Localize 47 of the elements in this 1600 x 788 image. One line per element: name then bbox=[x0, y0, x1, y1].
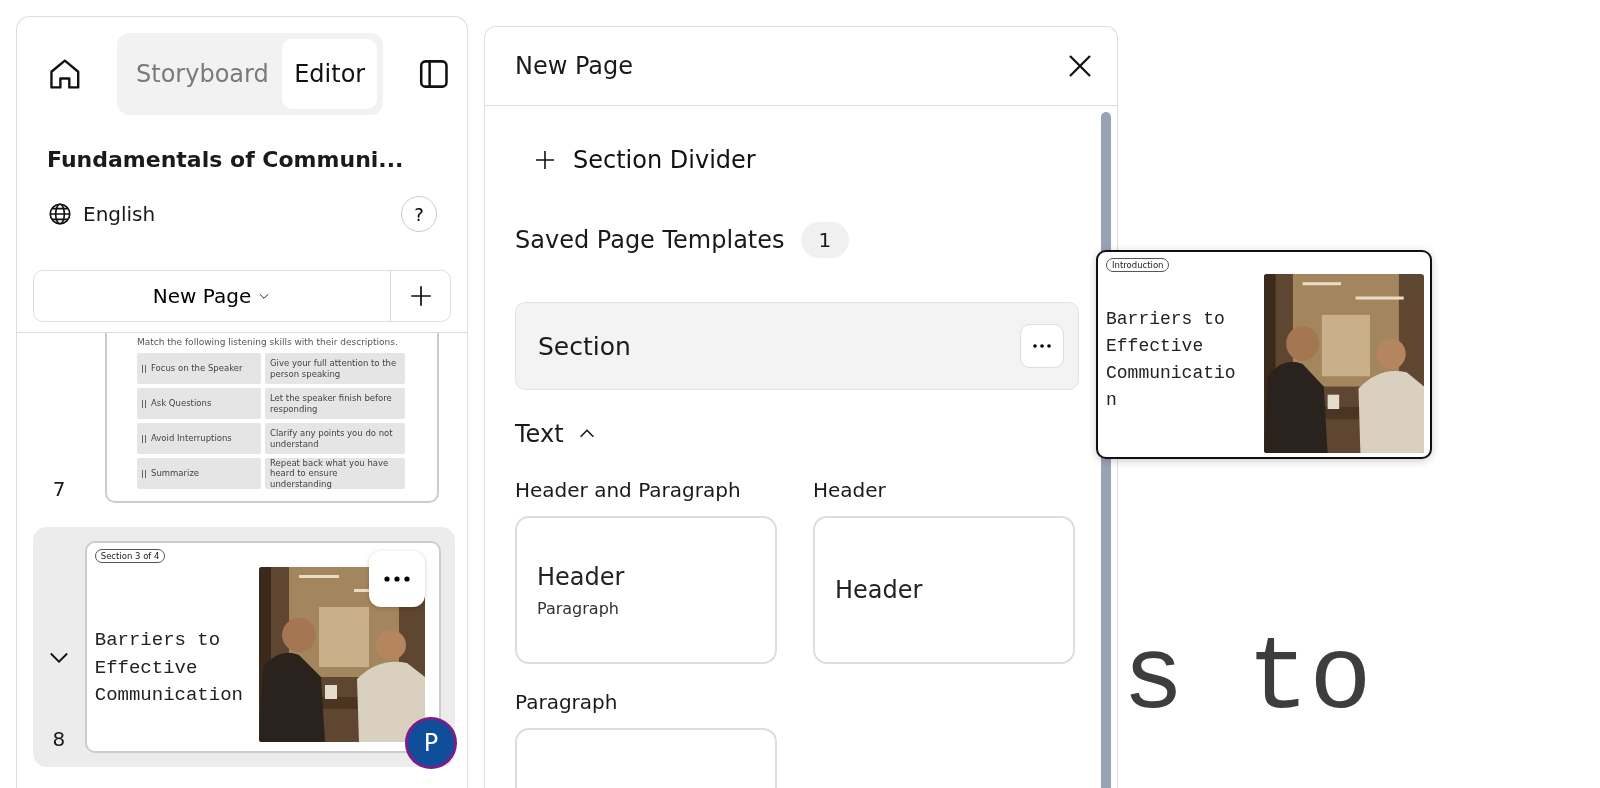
help-button[interactable]: ? bbox=[401, 196, 437, 232]
globe-icon bbox=[47, 201, 73, 227]
preview-paragraph: Paragraph bbox=[537, 598, 620, 618]
slide-title: Barriers to Effective Communication bbox=[1106, 308, 1237, 412]
description-item: Let the speaker finish before responding bbox=[265, 388, 405, 419]
section-divider-button[interactable]: Section Divider bbox=[533, 146, 756, 174]
sidebar-toggle-icon[interactable] bbox=[417, 57, 451, 91]
thumbnail-prompt: Match the following listening skills with their descriptions. bbox=[137, 337, 399, 347]
language-label[interactable]: English bbox=[83, 202, 391, 226]
description-item: Repeat back what you have heard to ensure understanding bbox=[265, 458, 405, 489]
slide-title: Barriers to Effective Communication bbox=[94, 628, 244, 709]
dragged-page-preview[interactable]: Introduction Barriers to Effective Communication bbox=[1096, 250, 1432, 459]
description-item: Give your full attention to the person speaking bbox=[265, 353, 405, 384]
ellipsis-icon bbox=[1033, 344, 1051, 348]
page-thumbnail[interactable] bbox=[105, 333, 439, 503]
count-badge: 1 bbox=[800, 222, 850, 258]
project-title: Fundamentals of Communi... bbox=[47, 147, 405, 172]
template-label: Header bbox=[813, 478, 887, 502]
description-item: Clarify any points you do not understand bbox=[265, 423, 405, 454]
slide-title-text: s to bbox=[1122, 620, 1373, 738]
panel-title: New Page bbox=[515, 52, 634, 80]
drag-handle-icon[interactable] bbox=[142, 469, 146, 478]
saved-templates-heading: Saved Page Templates bbox=[515, 226, 785, 254]
template-card[interactable]: Header bbox=[813, 516, 1075, 664]
ellipsis-icon bbox=[384, 576, 410, 582]
template-name: Section bbox=[538, 331, 631, 361]
add-page-button[interactable] bbox=[390, 271, 450, 321]
template-card[interactable]: Header Paragraph bbox=[515, 516, 777, 664]
skill-item: Ask Questions bbox=[151, 398, 212, 409]
plus-icon[interactable] bbox=[533, 148, 557, 172]
template-label: Paragraph bbox=[515, 690, 619, 714]
template-label: Header and Paragraph bbox=[515, 478, 742, 502]
page-number: 7 bbox=[52, 477, 66, 501]
drag-handle-icon[interactable] bbox=[142, 364, 146, 373]
view-tab[interactable]: Editor bbox=[282, 39, 378, 109]
more-button[interactable] bbox=[369, 551, 425, 607]
preview-header: Header bbox=[537, 562, 626, 591]
view-tab[interactable]: Storyboard bbox=[122, 39, 283, 109]
page-number: 8 bbox=[52, 727, 66, 751]
skill-item: Avoid Interruptions bbox=[151, 433, 232, 444]
category-label[interactable]: Text bbox=[515, 420, 564, 448]
drag-handle-icon[interactable] bbox=[142, 399, 146, 408]
preview-header: Header bbox=[835, 576, 924, 604]
skill-item: Summarize bbox=[151, 468, 200, 479]
drag-handle-icon[interactable] bbox=[142, 434, 146, 443]
saved-template-item[interactable]: Section bbox=[515, 302, 1079, 390]
skill-item: Focus on the Speaker bbox=[151, 363, 243, 374]
